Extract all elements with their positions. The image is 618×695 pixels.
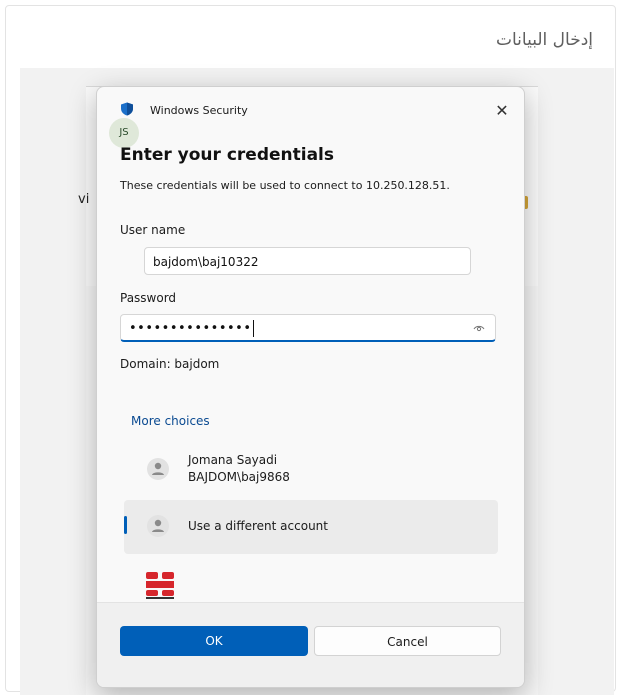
person-icon	[152, 462, 164, 475]
account-name: Use a different account	[188, 519, 328, 533]
person-icon	[152, 519, 164, 532]
reveal-password-eye-icon[interactable]	[473, 322, 485, 334]
more-choices-link[interactable]: More choices	[131, 414, 210, 428]
selection-indicator	[124, 516, 127, 534]
ok-button[interactable]: OK	[120, 626, 308, 656]
account-item-jomana[interactable]: Jomana Sayadi BAJDOM\baj9868	[124, 443, 498, 497]
dialog-footer: OK Cancel	[97, 602, 524, 687]
text-caret	[252, 320, 254, 337]
password-label: Password	[120, 291, 177, 305]
user-icon	[147, 458, 169, 480]
user-icon	[147, 515, 169, 537]
username-field[interactable]: bajdom\baj10322	[144, 247, 471, 275]
background-text-fragment: vi	[78, 192, 90, 207]
shield-icon	[121, 102, 133, 116]
page-title: إدخال البيانات	[496, 30, 593, 50]
password-masked-text: •••••••••••••••	[129, 321, 252, 336]
cancel-button[interactable]: Cancel	[314, 626, 501, 656]
account-name: Jomana Sayadi	[188, 453, 278, 467]
fortinet-logo-icon[interactable]	[145, 570, 175, 600]
credentials-dialog: Windows Security ✕ JS Enter your credent…	[96, 86, 525, 688]
close-button[interactable]: ✕	[490, 99, 514, 123]
app-name: Windows Security	[150, 104, 248, 117]
domain-text: Domain: bajdom	[120, 357, 220, 371]
account-item-different[interactable]: Use a different account	[124, 500, 498, 554]
dialog-header: Windows Security ✕	[97, 87, 524, 127]
dialog-title: Enter your credentials	[120, 145, 335, 165]
avatar: JS	[109, 118, 139, 148]
dialog-description: These credentials will be used to connec…	[120, 179, 450, 192]
password-field[interactable]: •••••••••••••••	[120, 314, 496, 342]
username-label: User name	[120, 223, 186, 237]
account-id: BAJDOM\baj9868	[188, 470, 290, 484]
